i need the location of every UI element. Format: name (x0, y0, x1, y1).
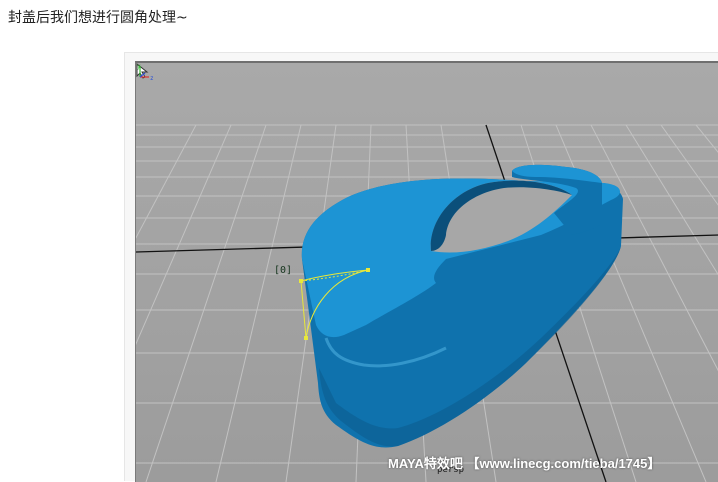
horseshoe-model[interactable] (301, 164, 623, 448)
post-text: 封盖后我们想进行圆角处理~ (8, 10, 188, 26)
maya-viewport[interactable]: [0] y z persp MAYA特效吧 【www.linecg.com/ti… (135, 61, 718, 482)
xyz-axis-gizmo-icon: y z (137, 63, 154, 81)
svg-text:z: z (150, 75, 154, 81)
viewport-scene (136, 124, 718, 482)
svg-text:y: y (137, 63, 141, 70)
watermark-text: MAYA特效吧 【www.linecg.com/tieba/1745】 (388, 456, 661, 471)
pivot-label: [0] (274, 265, 293, 276)
